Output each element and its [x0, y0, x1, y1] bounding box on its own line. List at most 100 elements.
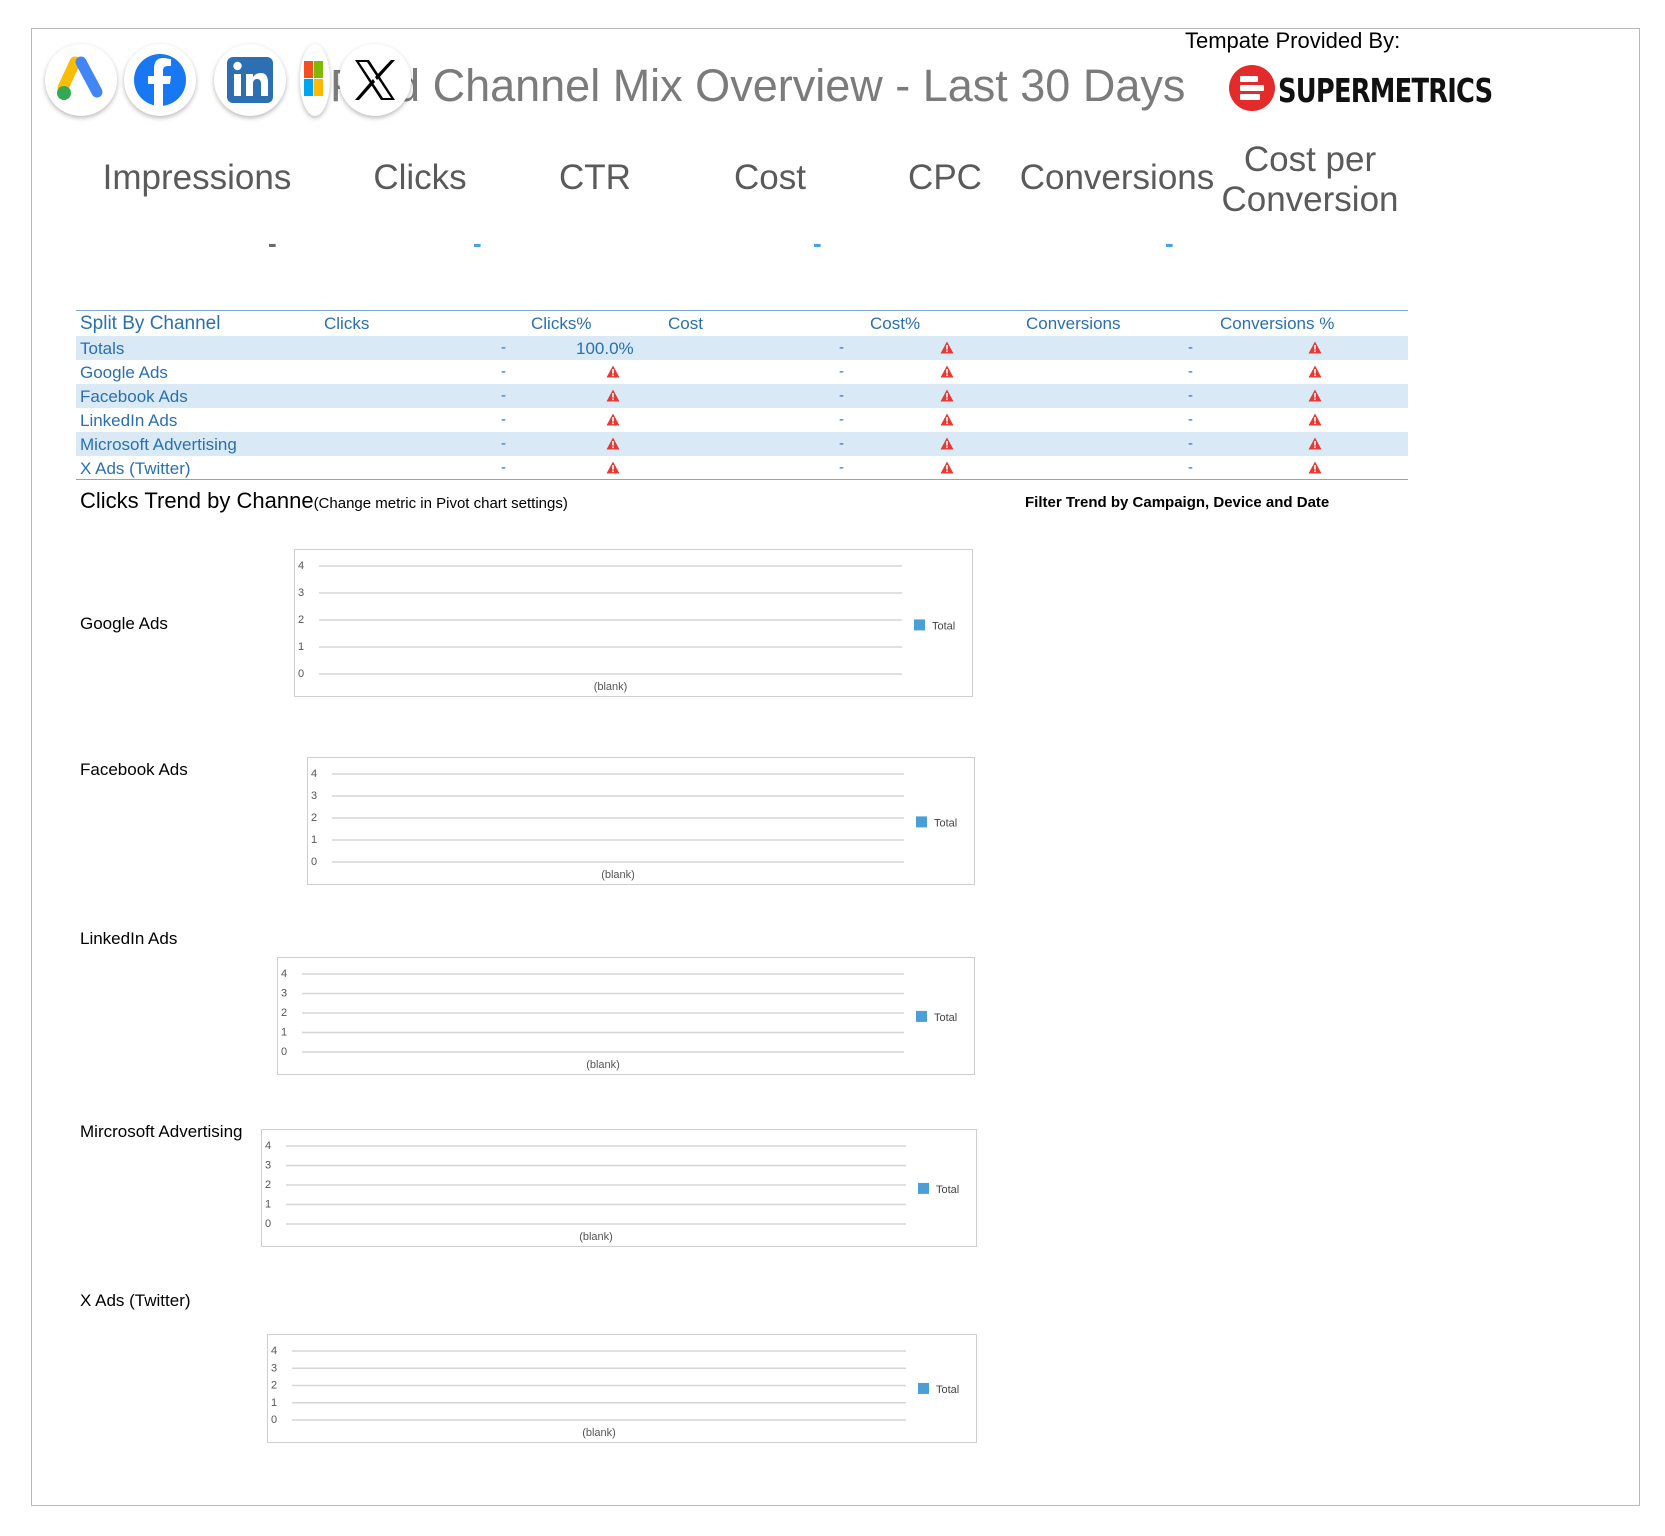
legend-swatch [916, 1010, 927, 1022]
y-tick-label: 4 [271, 1345, 277, 1357]
y-tick-label: 0 [311, 856, 317, 868]
chart-label-linkedin-ads: LinkedIn Ads [80, 929, 178, 948]
legend-swatch [914, 619, 925, 631]
table-row: Facebook Ads - - - [76, 384, 1408, 408]
y-tick-label: 1 [265, 1199, 271, 1211]
chart-plot: 0 1 2 3 4 (blank) Total [271, 1345, 959, 1439]
cost-cell: - [839, 435, 844, 452]
legend-label: Total [936, 1384, 959, 1396]
legend-label: Total [934, 817, 957, 829]
warning-icon [606, 413, 620, 426]
warning-icon [1308, 341, 1322, 354]
y-tick-label: 0 [271, 1414, 277, 1426]
channel-name-cell: Totals [80, 339, 125, 358]
kpi-impressions-value: - [268, 228, 277, 258]
conversions-cell: - [1188, 435, 1193, 452]
table-row: Totals - 100.0% - - [76, 336, 1408, 360]
warning-icon [940, 341, 954, 354]
pivot-chart-linkedin-ads[interactable]: 0 1 2 3 4 (blank) Total [277, 957, 975, 1075]
x-category-label: (blank) [586, 1059, 620, 1071]
warning-icon [1308, 461, 1322, 474]
y-tick-label: 2 [298, 614, 304, 626]
conversions-cell: - [1188, 411, 1193, 428]
conversions-cell: - [1188, 459, 1193, 476]
supermetrics-logo-icon [1228, 64, 1276, 112]
google-ads-icon [45, 44, 117, 116]
kpi-conversions-label: Conversions [1019, 158, 1215, 197]
header-clicks: Clicks [324, 314, 370, 333]
kpi-cost-label: Cost [734, 158, 806, 197]
channel-name-cell: X Ads (Twitter) [80, 459, 191, 478]
page-title: Paid Channel Mix Overview - Last 30 Days [330, 60, 1186, 111]
warning-icon [940, 389, 954, 402]
header-clicks-pct: Clicks% [531, 314, 592, 333]
kpi-cost-per-conversion-label: Cost per Conversion [1221, 140, 1399, 219]
conversions-cell: - [1188, 363, 1193, 380]
warning-icon [1308, 413, 1322, 426]
kpi-clicks-label: Clicks [373, 158, 467, 197]
pivot-chart-microsoft-advertising[interactable]: 0 1 2 3 4 (blank) Total [261, 1129, 977, 1247]
channel-name-cell: LinkedIn Ads [80, 411, 178, 430]
y-tick-label: 1 [281, 1027, 287, 1039]
y-tick-label: 4 [265, 1140, 271, 1152]
y-tick-label: 3 [281, 988, 287, 1000]
clicks-cell: - [501, 411, 506, 428]
chart-plot: 0 1 2 3 4 (blank) Total [311, 768, 957, 881]
x-icon [339, 44, 411, 116]
cost-cell: - [839, 459, 844, 476]
pivot-chart-x-ads[interactable]: 0 1 2 3 4 (blank) Total [267, 1334, 977, 1443]
header-conversions: Conversions [1026, 314, 1121, 333]
y-tick-label: 3 [311, 790, 317, 802]
clicks-cell: - [501, 339, 506, 356]
header-cost-pct: Cost% [870, 314, 921, 333]
filter-trend-note: Filter Trend by Campaign, Device and Dat… [1025, 494, 1330, 511]
x-category-label: (blank) [582, 1427, 616, 1439]
template-provider-label: Tempate Provided By: [1185, 28, 1401, 53]
clicks-pct-cell: 100.0% [576, 339, 634, 358]
legend-label: Total [936, 1184, 959, 1196]
y-tick-label: 2 [265, 1179, 271, 1191]
warning-icon [940, 437, 954, 450]
chart-label-x-ads: X Ads (Twitter) [80, 1291, 191, 1310]
warning-icon [606, 437, 620, 450]
trend-section-title: Clicks Trend by Channe(Change metric in … [80, 488, 568, 514]
y-tick-label: 1 [271, 1397, 277, 1409]
cost-cell: - [839, 411, 844, 428]
header-split-by-channel: Split By Channel [80, 313, 221, 334]
legend-swatch [918, 1182, 929, 1194]
y-tick-label: 1 [298, 641, 304, 653]
pivot-chart-google-ads[interactable]: 0 1 2 3 4 (blank) Total [294, 549, 973, 697]
cost-cell: - [839, 387, 844, 404]
kpi-conversions-value: - [1165, 228, 1174, 258]
chart-label-google-ads: Google Ads [80, 614, 168, 633]
linkedin-icon [214, 44, 286, 116]
table-header-row: Split By Channel Clicks Clicks% Cost Cos… [76, 310, 1408, 337]
trend-note: (Change metric in Pivot chart settings) [313, 495, 568, 512]
legend-label: Total [934, 1012, 957, 1024]
clicks-cell: - [501, 363, 506, 380]
conversions-cell: - [1188, 387, 1193, 404]
y-tick-label: 4 [298, 560, 304, 572]
y-tick-label: 2 [311, 812, 317, 824]
x-category-label: (blank) [601, 869, 635, 881]
warning-icon [606, 365, 620, 378]
warning-icon [940, 413, 954, 426]
y-tick-label: 0 [298, 668, 304, 680]
y-tick-label: 2 [281, 1007, 287, 1019]
kpi-cpc-label: CPC [908, 158, 982, 197]
legend-swatch [916, 816, 927, 828]
y-tick-label: 3 [265, 1160, 271, 1172]
y-tick-label: 0 [265, 1218, 271, 1230]
kpi-impressions-label: Impressions [102, 158, 292, 197]
chart-plot: 0 1 2 3 4 (blank) Total [298, 560, 955, 693]
channel-name-cell: Microsoft Advertising [80, 435, 237, 454]
x-category-label: (blank) [579, 1231, 613, 1243]
kpi-ctr-label: CTR [559, 158, 631, 197]
table-bottom-rule [76, 479, 1408, 480]
table-row: Microsoft Advertising - - - [76, 432, 1408, 456]
y-tick-label: 0 [281, 1046, 287, 1058]
facebook-icon [124, 44, 196, 116]
channel-name-cell: Facebook Ads [80, 387, 188, 406]
legend-swatch [918, 1382, 929, 1394]
pivot-chart-facebook-ads[interactable]: 0 1 2 3 4 (blank) Total [307, 757, 975, 885]
